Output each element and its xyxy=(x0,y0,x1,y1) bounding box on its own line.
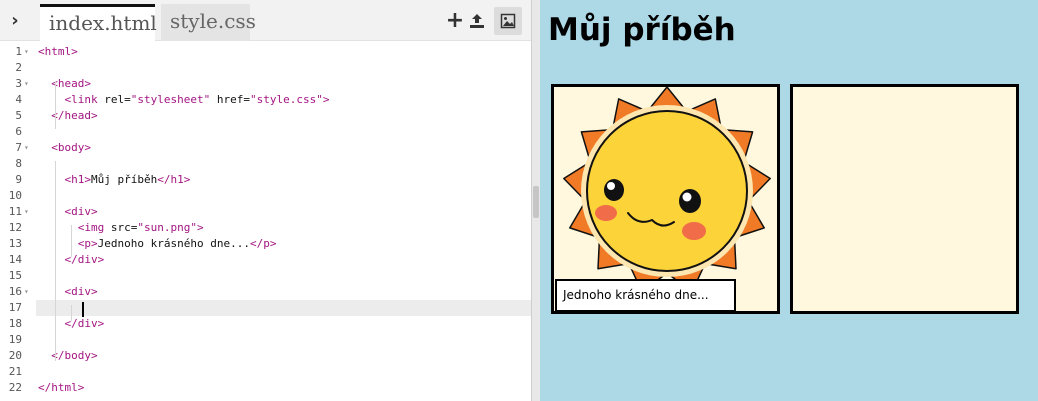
code-line[interactable]: <img src="sun.png"> xyxy=(36,220,531,236)
live-preview: Můj příběh Jednoho krásného dne... xyxy=(540,0,1038,401)
line-number: 16 xyxy=(8,285,22,298)
line-number: 9 xyxy=(15,173,22,186)
plus-icon[interactable]: + xyxy=(444,10,466,32)
line-number: 14 xyxy=(8,253,22,266)
code-line[interactable]: </div> xyxy=(36,316,531,332)
code-line[interactable]: <div> xyxy=(36,204,531,220)
line-number-gutter: 1 ▾ 2 3 ▾ 4 5 6 7 ▾ 8 9 10 11 ▾ 12 13 14 15 16 ▾ 17 18 19 20 21 22 xyxy=(0,41,36,401)
code-line[interactable] xyxy=(36,364,531,380)
code-line[interactable] xyxy=(36,156,531,172)
fold-toggle-icon[interactable]: ▾ xyxy=(24,140,34,156)
line-number: 4 xyxy=(15,93,22,106)
code-line[interactable]: </body> xyxy=(36,348,531,364)
line-number: 2 xyxy=(15,61,22,74)
image-icon[interactable] xyxy=(494,7,522,35)
pane-divider-scrollbar[interactable] xyxy=(531,0,540,401)
editor-tab-bar: › index.html style.css + xyxy=(0,0,531,42)
code-editor: › index.html style.css + 1 ▾ 2 3 ▾ 4 5 6 7 ▾ 8 9 10 1… xyxy=(0,0,540,401)
code-line[interactable] xyxy=(36,300,531,316)
line-number: 13 xyxy=(8,237,22,250)
text-cursor xyxy=(82,302,84,317)
code-line[interactable] xyxy=(36,60,531,76)
story-panel-2 xyxy=(790,84,1019,314)
fold-toggle-icon[interactable]: ▾ xyxy=(24,284,34,300)
sun-image xyxy=(563,87,771,293)
fold-toggle-icon[interactable]: ▾ xyxy=(24,204,34,220)
upload-icon[interactable] xyxy=(466,10,488,32)
line-number: 20 xyxy=(8,349,22,362)
line-number: 7 xyxy=(15,141,22,154)
line-number: 18 xyxy=(8,317,22,330)
code-line[interactable] xyxy=(36,332,531,348)
code-line[interactable]: <div> xyxy=(36,284,531,300)
code-line[interactable] xyxy=(36,188,531,204)
tab-style-css[interactable]: style.css xyxy=(161,4,256,41)
code-line[interactable]: <h1>Můj příběh</h1> xyxy=(36,172,531,188)
story-panel-1: Jednoho krásného dne... xyxy=(551,84,780,314)
line-number: 1 xyxy=(15,45,22,58)
scroll-thumb[interactable] xyxy=(533,186,539,218)
line-number: 8 xyxy=(15,157,22,170)
code-line[interactable]: <p>Jednoho krásného dne...</p> xyxy=(36,236,531,252)
line-number: 6 xyxy=(15,125,22,138)
line-number: 3 xyxy=(15,77,22,90)
code-line[interactable]: </head> xyxy=(36,108,531,124)
page-title: Můj příběh xyxy=(548,12,736,48)
fold-toggle-icon[interactable]: ▾ xyxy=(24,44,34,60)
panel-caption: Jednoho krásného dne... xyxy=(555,279,736,311)
code-line[interactable]: </html> xyxy=(36,380,531,396)
line-number: 11 xyxy=(8,205,22,218)
code-line[interactable] xyxy=(36,268,531,284)
code-area[interactable]: </html> </body> </div> <div> </div> <p>J… xyxy=(36,41,531,401)
code-line[interactable] xyxy=(36,124,531,140)
code-line[interactable]: <link rel="stylesheet" href="style.css"> xyxy=(36,92,531,108)
line-number: 5 xyxy=(15,109,22,122)
line-number: 15 xyxy=(8,269,22,282)
line-number: 10 xyxy=(8,189,22,202)
line-number: 21 xyxy=(8,365,22,378)
line-number: 22 xyxy=(8,381,22,394)
code-line[interactable]: </div> xyxy=(36,252,531,268)
code-line[interactable]: <head> xyxy=(36,76,531,92)
line-number: 19 xyxy=(8,333,22,346)
line-number: 17 xyxy=(8,301,22,314)
chevron-right-icon[interactable]: › xyxy=(0,0,30,41)
code-line[interactable]: <html> xyxy=(36,44,531,60)
line-number: 12 xyxy=(8,221,22,234)
fold-toggle-icon[interactable]: ▾ xyxy=(24,76,34,92)
code-line[interactable]: <body> xyxy=(36,140,531,156)
tab-index-html[interactable]: index.html xyxy=(40,4,157,42)
